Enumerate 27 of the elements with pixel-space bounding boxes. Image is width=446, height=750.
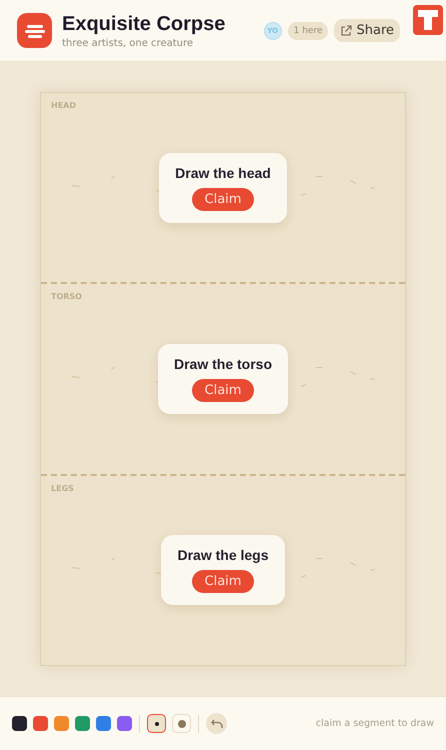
color-swatch[interactable] [12,716,27,731]
segment-prompt: Draw the head [175,164,271,181]
claim-button[interactable]: Claim [192,378,254,402]
color-swatch[interactable] [96,716,111,731]
brush-size-button[interactable] [147,714,166,733]
segment-prompt: Draw the torso [174,356,272,372]
color-swatch[interactable] [117,716,132,731]
app-logo-icon [17,13,52,48]
external-link-icon [340,24,352,36]
undo-icon [210,718,222,728]
claim-button[interactable]: Claim [192,570,254,594]
app-subtitle: three artists, one creature [62,38,194,48]
drawing-canvas[interactable]: HEAD Draw the head Claim TORSO Draw the torso Claim LEGS Draw the legs Claim [40,92,406,666]
presence-badge: 1 here [288,22,328,40]
color-swatch[interactable] [54,716,69,731]
segment-label: LEGS [51,484,74,493]
segment-label: TORSO [51,292,82,302]
segment-label: HEAD [51,101,76,110]
app-title: Exquisite Corpse [62,12,226,36]
color-swatch[interactable] [75,716,90,731]
claim-button[interactable]: Claim [192,188,254,211]
color-swatch[interactable] [33,716,48,731]
extension-icon[interactable] [413,5,443,35]
status-hint: claim a segment to draw [316,718,434,729]
undo-button[interactable] [206,713,227,734]
segment-prompt: Draw the legs [177,547,269,564]
share-button[interactable]: Share [334,19,400,42]
